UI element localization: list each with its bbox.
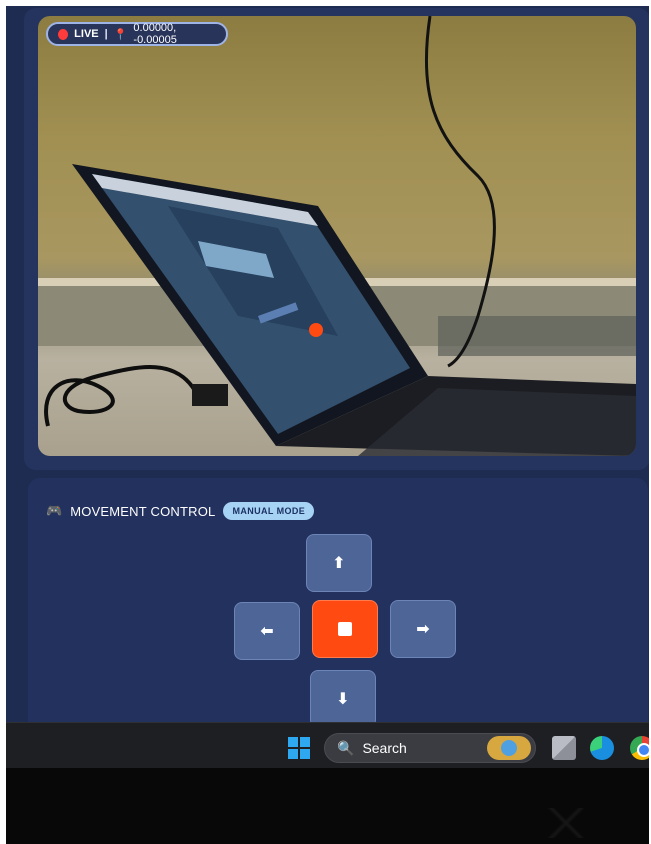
stop-icon: [338, 622, 352, 636]
taskbar-search[interactable]: 🔍 Search: [324, 733, 536, 763]
gamepad-icon: 🎮: [46, 503, 63, 518]
live-status-pill: LIVE | 📍 0.00000, -0.00005: [46, 22, 228, 46]
move-left-button[interactable]: ⬅: [234, 602, 300, 660]
move-down-button[interactable]: ⬇: [310, 670, 376, 728]
live-label: LIVE: [74, 28, 99, 40]
camera-feed-image: [38, 16, 636, 456]
arrow-down-icon: ⬇: [336, 691, 350, 708]
chrome-browser-icon[interactable]: [630, 736, 649, 760]
pin-icon: 📍: [113, 28, 128, 41]
bezel-shadow: [536, 808, 596, 838]
arrow-left-icon: ⬅: [260, 623, 274, 640]
move-right-button[interactable]: ➡: [390, 600, 456, 658]
movement-header: 🎮 MOVEMENT CONTROL MANUAL MODE: [46, 502, 315, 520]
coordinates-readout: 0.00000, -0.00005: [133, 22, 177, 46]
separator: |: [104, 28, 108, 40]
screen: LIVE | 📍 0.00000, -0.00005 🎮 MOVEMENT CO…: [6, 6, 649, 768]
arrow-right-icon: ➡: [416, 621, 430, 638]
move-up-button[interactable]: ⬆: [306, 534, 372, 592]
arrow-up-icon: ⬆: [332, 555, 346, 572]
search-highlight-icon: [487, 736, 531, 760]
taskbar: 🔍 Search: [6, 722, 649, 768]
movement-title: MOVEMENT CONTROL: [70, 503, 216, 519]
camera-feed: [38, 16, 636, 456]
manual-mode-badge: MANUAL MODE: [223, 502, 315, 520]
monitor-bezel: [6, 768, 649, 844]
task-view-icon[interactable]: [552, 736, 576, 760]
windows-start-icon[interactable]: [288, 737, 310, 759]
search-label: Search: [362, 740, 407, 756]
edge-browser-icon[interactable]: [590, 736, 614, 760]
stop-button[interactable]: [312, 600, 378, 658]
live-dot-icon: [58, 28, 69, 40]
movement-control-card: 🎮 MOVEMENT CONTROL MANUAL MODE ⬆ ⬅ ➡ ⬇: [28, 478, 648, 738]
search-icon: 🔍: [337, 739, 355, 756]
video-card: LIVE | 📍 0.00000, -0.00005: [24, 8, 649, 470]
